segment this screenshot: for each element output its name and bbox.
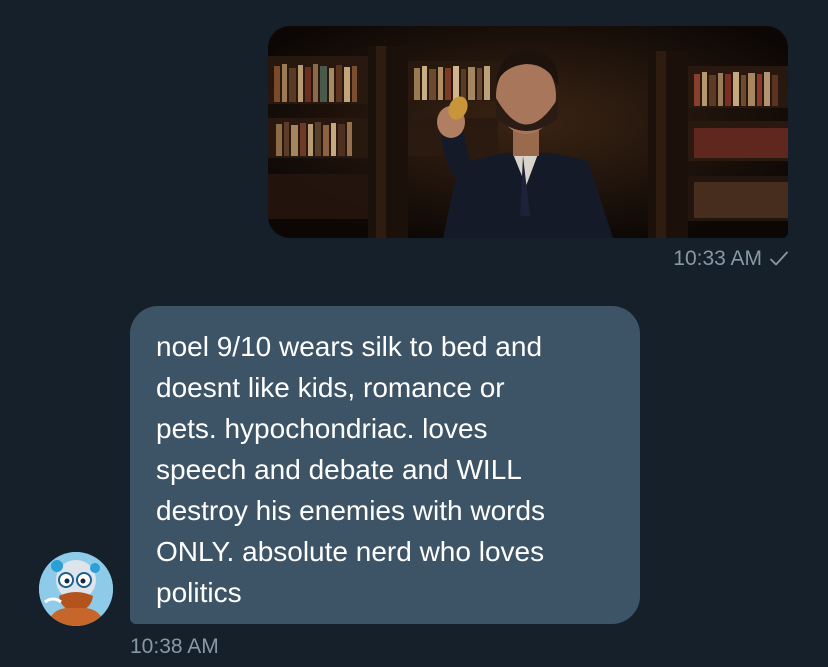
cartoon-avatar-icon[interactable] (39, 552, 113, 626)
sent-timestamp-text: 10:33 AM (673, 247, 762, 270)
received-message-bubble[interactable]: noel 9/10 wears silk to bed and doesnt l… (130, 306, 640, 624)
received-timestamp: 10:38 AM (130, 635, 219, 658)
sent-timestamp: 10:33 AM (673, 247, 788, 271)
sent-image-message[interactable] (268, 26, 788, 238)
photo-library-scene (268, 26, 788, 238)
check-icon (770, 251, 788, 267)
